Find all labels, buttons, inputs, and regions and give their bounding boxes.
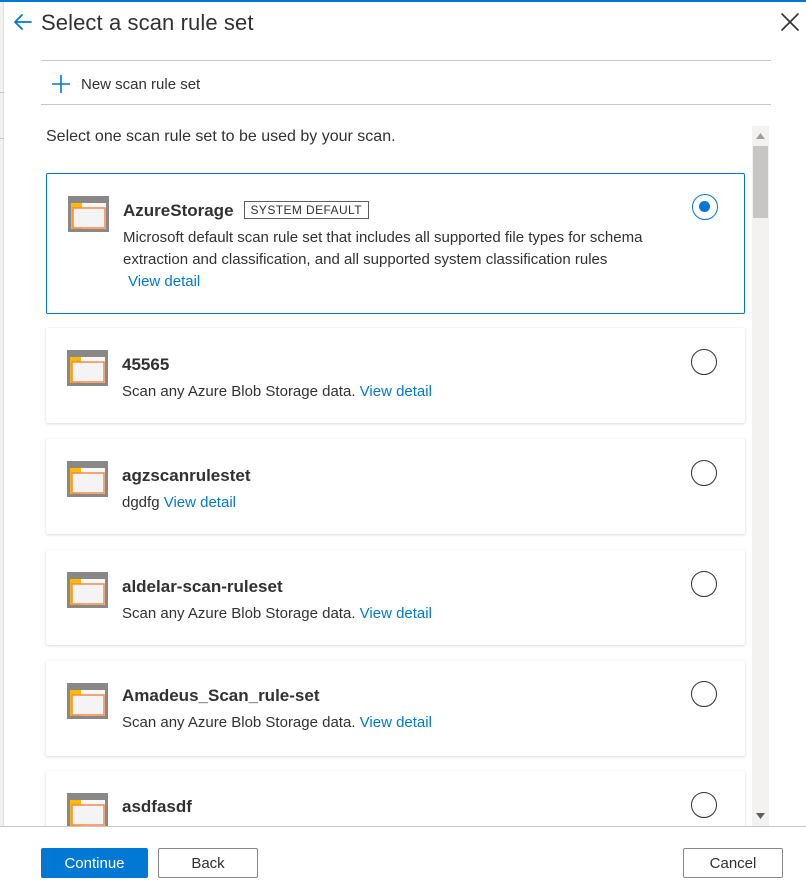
view-detail-link[interactable]: View detail — [164, 494, 236, 511]
scrollbar-thumb[interactable] — [753, 146, 768, 218]
view-detail-link[interactable]: View detail — [123, 271, 703, 293]
plus-icon — [50, 73, 72, 95]
rule-set-description: Scan any Azure Blob Storage data. — [122, 714, 356, 731]
back-arrow-icon — [14, 14, 32, 30]
view-detail-link[interactable]: View detail — [360, 383, 432, 400]
rule-set-description-block: dgdfg View detail — [122, 492, 702, 514]
rule-set-name: AzureStorage — [123, 201, 234, 220]
view-detail-link[interactable]: View detail — [360, 605, 432, 622]
list-scrollbar[interactable] — [752, 126, 769, 826]
rule-set-name: 45565 — [122, 355, 170, 374]
panel-title: Select a scan rule set — [41, 10, 254, 35]
rule-set-radio[interactable] — [691, 571, 717, 597]
rule-set-description-block: Scan any Azure Blob Storage data. View d… — [122, 381, 702, 403]
rule-set-card-azurestorage[interactable]: AzureStorage SYSTEM DEFAULT Microsoft def… — [46, 173, 745, 314]
toolbar-bottom-divider — [41, 104, 771, 105]
new-scan-rule-set-label: New scan rule set — [81, 75, 201, 93]
back-arrow-button[interactable] — [10, 9, 36, 35]
rule-set-card-asdfasdf[interactable]: asdfasdf — [46, 771, 745, 826]
panel-footer: Continue Back Cancel — [0, 826, 806, 892]
instruction-text: Select one scan rule set to be used by y… — [46, 128, 396, 145]
cancel-button[interactable]: Cancel — [683, 848, 783, 878]
folder-icon — [67, 793, 108, 826]
rule-set-list: AzureStorage SYSTEM DEFAULT Microsoft def… — [0, 160, 806, 826]
rule-set-radio[interactable] — [691, 460, 717, 486]
top-accent-bar — [0, 0, 806, 2]
rule-set-name: aldelar-scan-ruleset — [122, 577, 283, 596]
close-button[interactable] — [776, 8, 804, 36]
rule-set-description-block: Scan any Azure Blob Storage data. View d… — [122, 603, 702, 625]
folder-icon — [68, 196, 109, 232]
folder-icon — [67, 461, 108, 497]
system-default-badge: SYSTEM DEFAULT — [243, 201, 369, 219]
toolbar-top-divider — [41, 60, 771, 61]
continue-button[interactable]: Continue — [41, 848, 148, 878]
scroll-up-icon[interactable] — [752, 129, 769, 143]
rule-set-name-row: AzureStorage SYSTEM DEFAULT — [123, 201, 369, 221]
new-scan-rule-set-button[interactable]: New scan rule set — [50, 71, 200, 97]
scroll-down-icon[interactable] — [752, 809, 769, 823]
rule-set-card-aldelar-scan-ruleset[interactable]: aldelar-scan-ruleset Scan any Azure Blob… — [46, 550, 745, 645]
rule-set-name: agzscanrulestet — [122, 466, 251, 485]
rule-set-card-amadeus-scan-rule-set[interactable]: Amadeus_Scan_rule-set Scan any Azure Blo… — [46, 661, 745, 756]
rule-set-name: Amadeus_Scan_rule-set — [122, 686, 320, 705]
view-detail-link[interactable]: View detail — [360, 714, 432, 731]
folder-icon — [67, 683, 108, 719]
rule-set-name: asdfasdf — [122, 797, 192, 816]
folder-icon — [67, 350, 108, 386]
rule-set-description: Scan any Azure Blob Storage data. — [122, 383, 356, 400]
rule-set-description-block: Microsoft default scan rule set that inc… — [123, 227, 703, 293]
folder-icon — [67, 572, 108, 608]
rule-set-card-45565[interactable]: 45565 Scan any Azure Blob Storage data. … — [46, 328, 745, 423]
close-icon — [781, 13, 799, 31]
rule-set-radio[interactable] — [691, 681, 717, 707]
rule-set-radio[interactable] — [691, 349, 717, 375]
back-button[interactable]: Back — [158, 848, 258, 878]
rule-set-description: dgdfg — [122, 494, 160, 511]
rule-set-radio[interactable] — [691, 792, 717, 818]
rule-set-description: Microsoft default scan rule set that inc… — [123, 229, 643, 268]
rule-set-card-agzscanrulestet[interactable]: agzscanrulestet dgdfg View detail — [46, 439, 745, 534]
rule-set-description-block: Scan any Azure Blob Storage data. View d… — [122, 712, 702, 734]
rule-set-radio-selected[interactable] — [692, 194, 718, 220]
rule-set-description: Scan any Azure Blob Storage data. — [122, 605, 356, 622]
